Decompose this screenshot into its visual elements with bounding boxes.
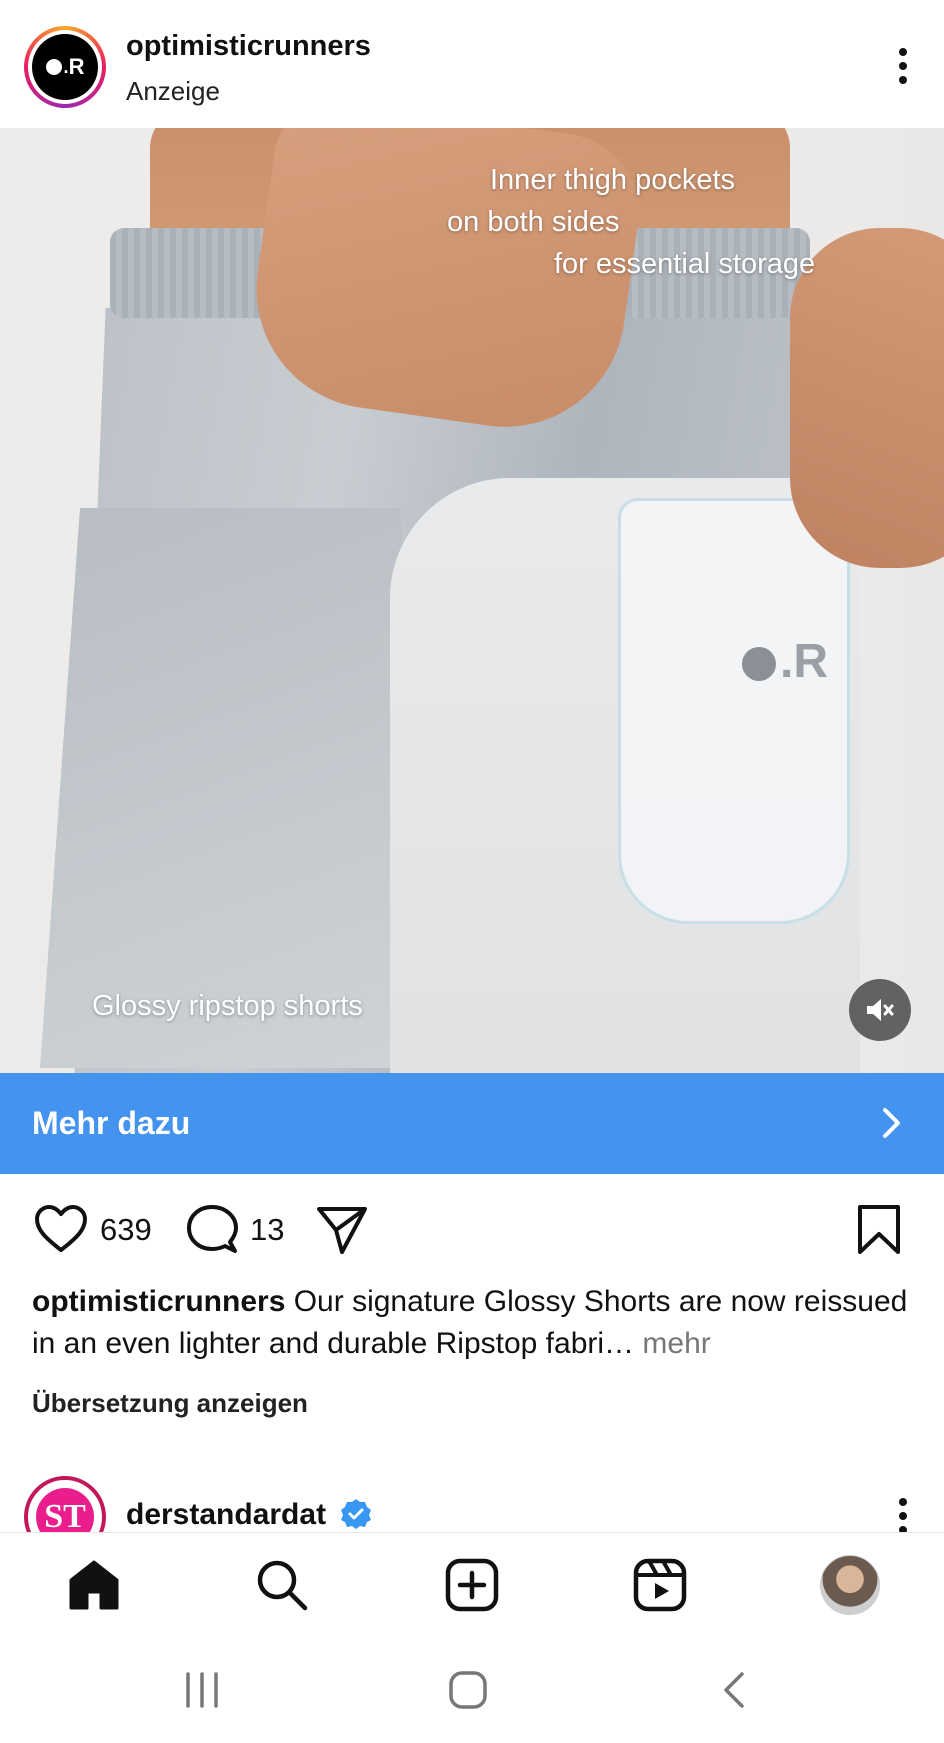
bottom-navigation bbox=[0, 1532, 944, 1637]
recent-apps-icon[interactable] bbox=[180, 1668, 224, 1712]
profile-avatar[interactable] bbox=[820, 1555, 880, 1615]
caption-username[interactable]: optimisticrunners bbox=[32, 1285, 285, 1318]
pocket-logo: .R bbox=[742, 634, 828, 689]
volume-muted-icon[interactable] bbox=[849, 979, 911, 1041]
home-icon[interactable] bbox=[64, 1555, 124, 1615]
comment-icon[interactable] bbox=[186, 1204, 238, 1256]
next-author-username[interactable]: derstandardat bbox=[126, 1498, 326, 1532]
reels-icon[interactable] bbox=[630, 1555, 690, 1615]
overlay-text-bottom: Glossy ripstop shorts bbox=[92, 990, 363, 1022]
post-video[interactable]: .R Inner thigh pockets on both sides for… bbox=[0, 128, 944, 1073]
post-header: .R optimisticrunners Anzeige bbox=[0, 0, 944, 128]
more-options-icon[interactable] bbox=[896, 48, 910, 88]
pocket-image bbox=[618, 498, 850, 924]
sponsored-label[interactable]: Anzeige bbox=[126, 76, 220, 107]
translate-link[interactable]: Übersetzung anzeigen bbox=[32, 1388, 308, 1419]
post-caption: optimisticrunners Our signature Glossy S… bbox=[32, 1281, 912, 1365]
save-bookmark-icon[interactable] bbox=[856, 1204, 902, 1256]
share-icon[interactable] bbox=[316, 1204, 368, 1256]
post-actions: 639 13 bbox=[0, 1174, 944, 1284]
overlay-text-line1: Inner thigh pockets bbox=[490, 164, 736, 196]
author-username[interactable]: optimisticrunners bbox=[126, 30, 371, 63]
next-author-avatar[interactable]: ST bbox=[24, 1476, 106, 1532]
next-more-options-icon[interactable] bbox=[896, 1498, 910, 1532]
overlay-text-line2: on both sides bbox=[447, 206, 620, 238]
back-button-icon[interactable] bbox=[714, 1668, 758, 1712]
chevron-right-icon bbox=[883, 1108, 900, 1138]
overlay-text-line3: for essential storage bbox=[554, 248, 816, 280]
home-button-icon[interactable] bbox=[446, 1668, 490, 1712]
cta-button[interactable]: Mehr dazu bbox=[0, 1073, 944, 1174]
create-post-icon[interactable] bbox=[442, 1555, 502, 1615]
comment-count[interactable]: 13 bbox=[250, 1212, 284, 1248]
caption-more-link[interactable]: mehr bbox=[642, 1327, 710, 1360]
cta-label: Mehr dazu bbox=[32, 1105, 191, 1141]
next-post-header: ST derstandardat bbox=[0, 1460, 944, 1532]
like-count[interactable]: 639 bbox=[100, 1212, 152, 1248]
author-avatar-logo: .R bbox=[32, 34, 98, 100]
verified-badge-icon bbox=[341, 1499, 371, 1529]
system-navigation-bar bbox=[0, 1636, 944, 1743]
like-heart-icon[interactable] bbox=[34, 1204, 88, 1254]
author-avatar[interactable]: .R bbox=[24, 26, 106, 108]
search-icon[interactable] bbox=[252, 1555, 312, 1615]
